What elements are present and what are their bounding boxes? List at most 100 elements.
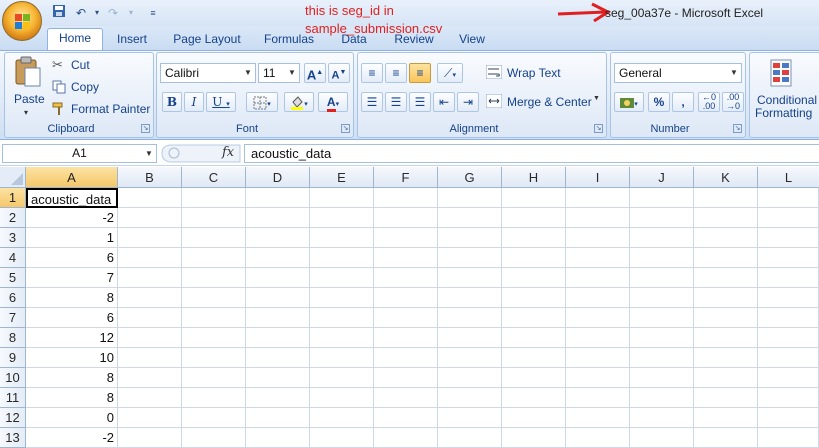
- empty-cell[interactable]: [182, 188, 246, 208]
- font-launcher-icon[interactable]: ↘: [341, 124, 350, 133]
- empty-cell[interactable]: [246, 328, 310, 348]
- empty-cell[interactable]: [310, 228, 374, 248]
- empty-cell[interactable]: [694, 348, 758, 368]
- empty-cell[interactable]: [374, 328, 438, 348]
- empty-cell[interactable]: [118, 348, 182, 368]
- empty-cell[interactable]: [182, 408, 246, 428]
- cell-a[interactable]: -2: [26, 208, 118, 228]
- empty-cell[interactable]: [118, 208, 182, 228]
- empty-cell[interactable]: [374, 408, 438, 428]
- cell-a[interactable]: 8: [26, 388, 118, 408]
- alignment-launcher-icon[interactable]: ↘: [594, 124, 603, 133]
- bold-icon[interactable]: B: [162, 92, 182, 112]
- empty-cell[interactable]: [310, 328, 374, 348]
- empty-cell[interactable]: [630, 208, 694, 228]
- empty-cell[interactable]: [630, 248, 694, 268]
- tab-insert[interactable]: Insert: [108, 30, 156, 50]
- comma-style-icon[interactable]: ,: [672, 92, 694, 112]
- redo-icon[interactable]: ↷: [104, 4, 122, 22]
- column-header-l[interactable]: L: [758, 167, 819, 188]
- empty-cell[interactable]: [566, 228, 630, 248]
- column-header-a[interactable]: A: [26, 167, 118, 188]
- empty-cell[interactable]: [502, 288, 566, 308]
- empty-cell[interactable]: [438, 368, 502, 388]
- accounting-format-icon[interactable]: ▾: [614, 92, 644, 112]
- align-left-icon[interactable]: ☰: [361, 92, 383, 112]
- insert-function-icon[interactable]: fx: [222, 145, 234, 160]
- cell-a1[interactable]: acoustic_data: [26, 188, 118, 208]
- cell-a[interactable]: 0: [26, 408, 118, 428]
- empty-cell[interactable]: [694, 308, 758, 328]
- row-header[interactable]: 12: [0, 408, 26, 428]
- column-header-k[interactable]: K: [694, 167, 758, 188]
- empty-cell[interactable]: [182, 368, 246, 388]
- empty-cell[interactable]: [118, 408, 182, 428]
- empty-cell[interactable]: [566, 348, 630, 368]
- empty-cell[interactable]: [182, 308, 246, 328]
- empty-cell[interactable]: [182, 328, 246, 348]
- empty-cell[interactable]: [246, 268, 310, 288]
- copy-button[interactable]: Copy: [52, 79, 132, 97]
- align-right-icon[interactable]: ☰: [409, 92, 431, 112]
- redo-dropdown-icon[interactable]: ▾: [122, 4, 140, 22]
- tab-view[interactable]: View: [450, 30, 494, 50]
- number-format-dropdown[interactable]: General ▼: [614, 63, 742, 83]
- empty-cell[interactable]: [502, 388, 566, 408]
- empty-cell[interactable]: [502, 248, 566, 268]
- empty-cell[interactable]: [630, 388, 694, 408]
- empty-cell[interactable]: [502, 208, 566, 228]
- empty-cell[interactable]: [310, 368, 374, 388]
- font-size-dropdown[interactable]: 11 ▼: [258, 63, 300, 83]
- empty-cell[interactable]: [630, 268, 694, 288]
- empty-cell[interactable]: [438, 348, 502, 368]
- format-painter-button[interactable]: Format Painter: [52, 101, 152, 119]
- column-header-f[interactable]: F: [374, 167, 438, 188]
- empty-cell[interactable]: [758, 408, 819, 428]
- empty-cell[interactable]: [758, 428, 819, 448]
- empty-cell[interactable]: [438, 328, 502, 348]
- increase-font-size-icon[interactable]: A▲: [304, 63, 326, 83]
- row-header[interactable]: 11: [0, 388, 26, 408]
- empty-cell[interactable]: [246, 368, 310, 388]
- align-center-icon[interactable]: ☰: [385, 92, 407, 112]
- font-name-dropdown[interactable]: Calibri ▼: [160, 63, 256, 83]
- number-launcher-icon[interactable]: ↘: [733, 124, 742, 133]
- column-header-i[interactable]: I: [566, 167, 630, 188]
- empty-cell[interactable]: [118, 288, 182, 308]
- empty-cell[interactable]: [566, 328, 630, 348]
- formula-input[interactable]: acoustic_data: [244, 144, 819, 163]
- empty-cell[interactable]: [566, 288, 630, 308]
- save-icon[interactable]: [50, 4, 68, 22]
- empty-cell[interactable]: [118, 428, 182, 448]
- empty-cell[interactable]: [310, 268, 374, 288]
- empty-cell[interactable]: [630, 368, 694, 388]
- empty-cell[interactable]: [246, 248, 310, 268]
- empty-cell[interactable]: [630, 348, 694, 368]
- empty-cell[interactable]: [566, 408, 630, 428]
- empty-cell[interactable]: [182, 348, 246, 368]
- tab-page-layout[interactable]: Page Layout: [166, 30, 248, 50]
- empty-cell[interactable]: [758, 208, 819, 228]
- empty-cell[interactable]: [502, 228, 566, 248]
- empty-cell[interactable]: [246, 188, 310, 208]
- empty-cell[interactable]: [182, 228, 246, 248]
- empty-cell[interactable]: [438, 388, 502, 408]
- empty-cell[interactable]: [694, 208, 758, 228]
- empty-cell[interactable]: [502, 328, 566, 348]
- column-header-b[interactable]: B: [118, 167, 182, 188]
- empty-cell[interactable]: [118, 188, 182, 208]
- align-middle-icon[interactable]: ≡: [385, 63, 407, 83]
- orientation-icon[interactable]: ⟋▾: [437, 63, 463, 83]
- column-header-g[interactable]: G: [438, 167, 502, 188]
- empty-cell[interactable]: [310, 288, 374, 308]
- empty-cell[interactable]: [438, 308, 502, 328]
- empty-cell[interactable]: [310, 388, 374, 408]
- cell-a[interactable]: 6: [26, 308, 118, 328]
- empty-cell[interactable]: [246, 228, 310, 248]
- underline-icon[interactable]: U ▾: [206, 92, 236, 112]
- empty-cell[interactable]: [374, 368, 438, 388]
- empty-cell[interactable]: [694, 428, 758, 448]
- cell-a[interactable]: 8: [26, 288, 118, 308]
- percent-style-icon[interactable]: %: [648, 92, 670, 112]
- empty-cell[interactable]: [758, 228, 819, 248]
